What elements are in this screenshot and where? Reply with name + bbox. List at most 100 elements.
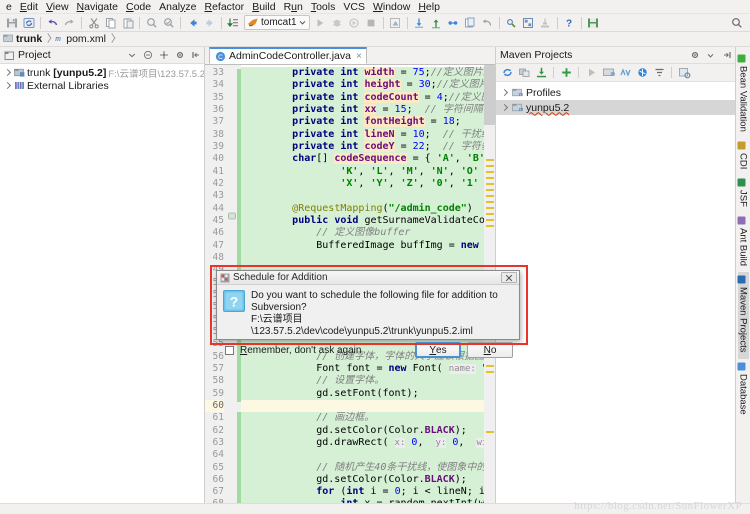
paste-icon[interactable] (119, 15, 136, 31)
code-line[interactable]: int x = random.nextInt(wi (241, 498, 484, 503)
code-line[interactable]: 'K', 'L', 'M', 'N', 'O' (241, 166, 484, 178)
collapse-all-icon[interactable] (141, 49, 154, 62)
maven-tree-row[interactable]: myunpu5.2 (496, 100, 735, 115)
maven-tree-row[interactable]: mProfiles (496, 85, 735, 100)
code-line[interactable]: private int codeCount = 4;//定义图 (241, 92, 484, 104)
code-line[interactable]: private int xx = 15; // 字符间隔 (241, 104, 484, 116)
settings-gear-icon[interactable] (173, 49, 186, 62)
code-line[interactable]: for (int i = 0; i < lineN; i+ (241, 486, 484, 498)
code-line[interactable]: gd.setFont(font); (241, 388, 484, 400)
redo-icon[interactable] (61, 15, 78, 31)
warning-marker[interactable] (486, 189, 494, 191)
no-button[interactable]: No (467, 342, 513, 358)
warning-marker[interactable] (486, 225, 494, 227)
menu-item-window[interactable]: Window (369, 0, 414, 14)
back-icon[interactable] (184, 15, 201, 31)
code-line[interactable]: gd.setColor(Color.BLACK); (241, 425, 484, 437)
code-line[interactable]: // 定义图像buffer (241, 227, 484, 239)
settings-gear-icon[interactable] (688, 49, 701, 62)
sdk-icon[interactable] (537, 15, 554, 31)
forward-icon[interactable] (201, 15, 218, 31)
undo-icon[interactable] (44, 15, 61, 31)
code-line[interactable]: private int codeY = 22; // 字符垂直 (241, 141, 484, 153)
execute-goal-icon[interactable]: m (600, 65, 616, 80)
menu-item-analyze[interactable]: Analyze (155, 0, 200, 14)
help-icon[interactable]: ? (561, 15, 578, 31)
warning-marker[interactable] (486, 159, 494, 161)
breadcrumb-item-trunk[interactable]: trunk (3, 33, 44, 46)
code-line[interactable]: // 画边框。 (241, 412, 484, 424)
chevron-right-icon[interactable] (2, 67, 12, 78)
run-configuration-selector[interactable]: tomcat1 (244, 15, 310, 30)
menu-item-run[interactable]: Run (280, 0, 307, 14)
menu-item-tools[interactable]: Tools (307, 0, 340, 14)
run-icon[interactable] (583, 65, 599, 80)
warning-marker[interactable] (486, 183, 494, 185)
code-line[interactable]: // 随机产生40条干扰线，使图象中的认 (241, 462, 484, 474)
code-line[interactable]: @RequestMapping("/admin_code") (241, 203, 484, 215)
revert-icon[interactable] (479, 15, 496, 31)
save-icon[interactable] (585, 15, 602, 31)
chevron-right-icon[interactable] (2, 80, 12, 91)
rollback-icon[interactable] (462, 15, 479, 31)
run-coverage-icon[interactable] (346, 15, 363, 31)
code-line[interactable] (241, 252, 484, 264)
code-line[interactable]: private int height = 30;//定义图片 (241, 79, 484, 91)
chevron-down-icon[interactable] (125, 49, 138, 62)
code-line[interactable]: // 设置字体。 (241, 375, 484, 387)
menu-item-refactor[interactable]: Refactor (200, 0, 248, 14)
run-icon[interactable] (312, 15, 329, 31)
menu-item-navigate[interactable]: Navigate (73, 0, 122, 14)
breadcrumb-item-pom-xml[interactable]: mpom.xml (53, 33, 108, 46)
menu-item-e[interactable]: e (2, 0, 16, 14)
remember-checkbox[interactable] (225, 346, 234, 355)
find-icon[interactable] (143, 15, 160, 31)
code-line[interactable]: char[] codeSequence = { 'A', 'B', (241, 153, 484, 165)
warning-marker[interactable] (486, 213, 494, 215)
code-line[interactable]: public void getSurnameValidateCod (241, 215, 484, 227)
code-line[interactable]: private int width = 75;//定义图片的 (241, 67, 484, 79)
sync-icon[interactable] (20, 15, 37, 31)
editor-scrollbar-thumb[interactable] (484, 65, 495, 125)
compile-icon[interactable] (225, 15, 242, 31)
toggle-offline-icon[interactable] (634, 65, 650, 80)
menu-item-build[interactable]: Build (248, 0, 279, 14)
code-line[interactable] (241, 190, 484, 202)
copy-icon[interactable] (102, 15, 119, 31)
tool-window-tab-database[interactable]: Database (738, 359, 749, 421)
code-line[interactable]: gd.setColor(Color.BLACK); (241, 474, 484, 486)
warning-marker[interactable] (486, 201, 494, 203)
collapse-all-icon[interactable] (651, 65, 667, 80)
commit-icon[interactable] (428, 15, 445, 31)
code-line[interactable]: BufferedImage buffImg = new B (241, 240, 484, 252)
reimport-icon[interactable] (499, 65, 515, 80)
tool-window-tab-maven-projects[interactable]: Maven Projects (738, 272, 749, 358)
editor-tab-admincodecontroller[interactable]: C AdminCodeController.java × (209, 47, 367, 64)
project-tree-row[interactable]: External Libraries (0, 79, 204, 92)
tool-window-tab-ant-build[interactable]: Ant Build (738, 213, 749, 272)
tool-window-tab-jsf[interactable]: JSF (738, 175, 749, 213)
project-tree[interactable]: trunk [yunpu5.2] F:\云谱项目\123.57.5.2\dev\… (0, 64, 204, 503)
download-sources-icon[interactable] (533, 65, 549, 80)
debug-icon[interactable] (329, 15, 346, 31)
menu-item-view[interactable]: View (42, 0, 73, 14)
warning-marker[interactable] (486, 431, 494, 433)
cut-icon[interactable] (85, 15, 102, 31)
search-icon[interactable] (728, 15, 745, 31)
menu-item-code[interactable]: Code (122, 0, 155, 14)
dialog-title-bar[interactable]: Schedule for Addition (217, 271, 519, 285)
project-tree-row[interactable]: trunk [yunpu5.2] F:\云谱项目\123.57.5.2\dev\… (0, 66, 204, 79)
code-line[interactable]: Font font = new Font( name: "A (241, 363, 484, 375)
code-line[interactable]: gd.drawRect( x: 0, y: 0, width: (241, 437, 484, 449)
replace-icon[interactable] (160, 15, 177, 31)
close-icon[interactable]: × (354, 51, 362, 62)
warning-marker[interactable] (486, 171, 494, 173)
hide-icon[interactable] (720, 49, 733, 62)
update-project-icon[interactable] (411, 15, 428, 31)
yes-button[interactable]: Yes (415, 342, 461, 358)
menu-item-vcs[interactable]: VCS (339, 0, 369, 14)
close-icon[interactable] (501, 272, 517, 283)
warning-marker[interactable] (486, 165, 494, 167)
add-maven-project-icon[interactable] (558, 65, 574, 80)
scroll-from-source-icon[interactable] (157, 49, 170, 62)
